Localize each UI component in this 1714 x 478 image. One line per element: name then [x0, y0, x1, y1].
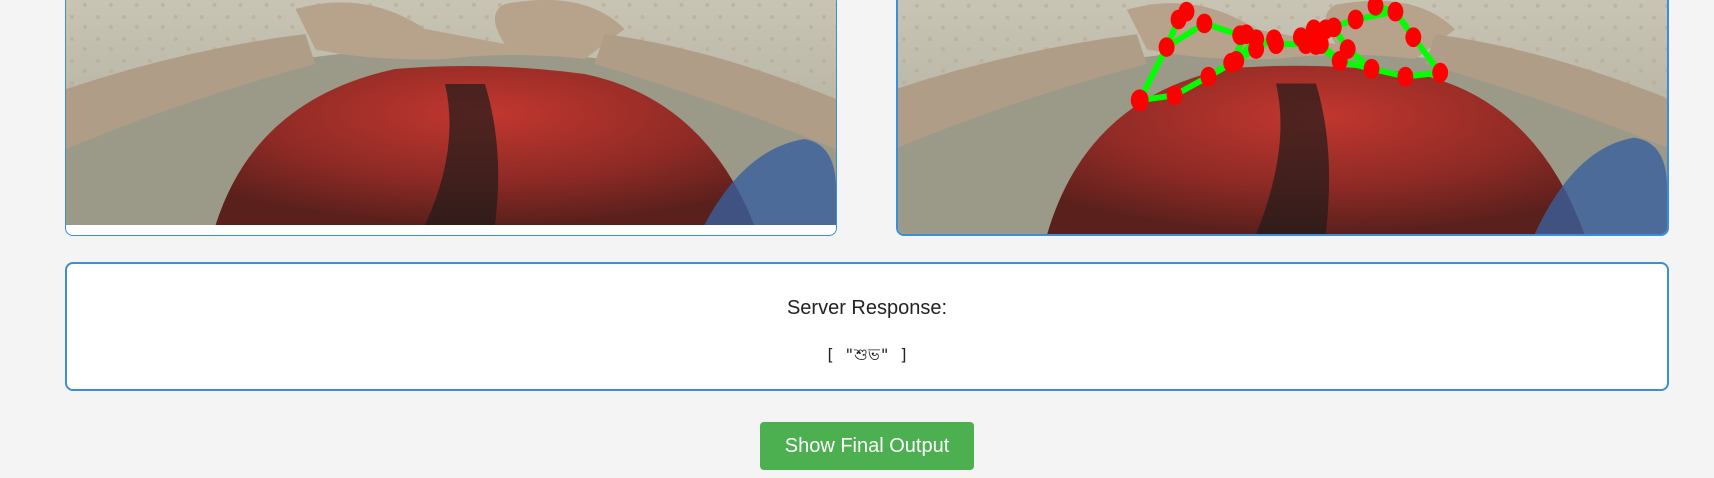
- sign-recognition-page: Server Response: [ "শুভ" ] Show Final Ou…: [0, 0, 1714, 478]
- server-response-value: [ "শুভ" ]: [825, 345, 909, 364]
- server-response-box: Server Response: [ "শুভ" ]: [65, 262, 1669, 391]
- camera-feed-video: [66, 0, 836, 225]
- show-final-output-button[interactable]: Show Final Output: [760, 422, 974, 470]
- landmark-feed-panel: [896, 0, 1669, 236]
- server-response-title: Server Response:: [786, 297, 948, 319]
- landmark-feed-video: [898, 0, 1667, 234]
- camera-feed-panel: [65, 0, 837, 236]
